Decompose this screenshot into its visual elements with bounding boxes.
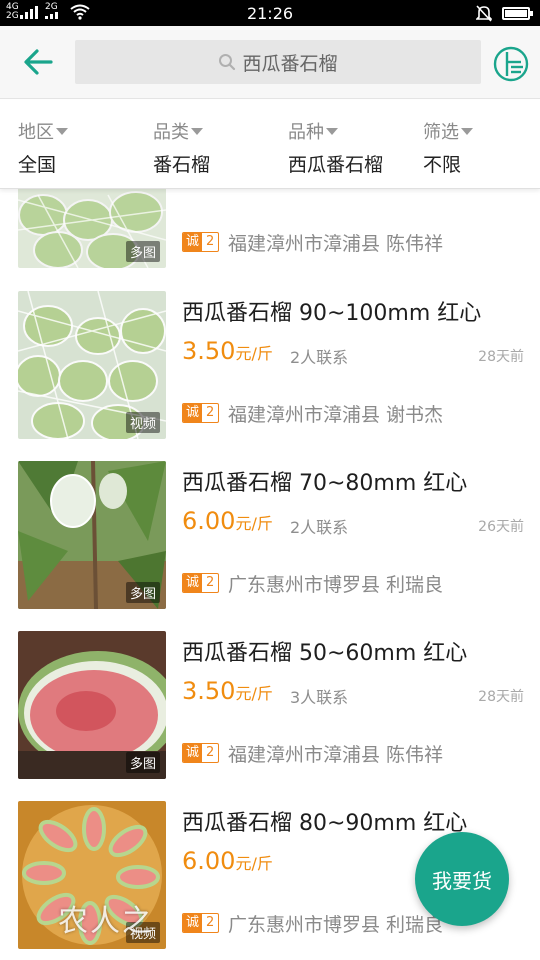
product-image: 视频: [18, 291, 166, 439]
posted-time: 28天前: [478, 349, 524, 365]
seller-location: 广东惠州市博罗县 利瑞良: [228, 574, 444, 596]
product-title: 西瓜番石榴 80~90mm 红心: [182, 811, 468, 836]
contact-count: 3人联系: [290, 688, 349, 707]
battery-icon: [502, 7, 533, 20]
seller-location: 福建漳州市漳浦县 陈伟祥: [228, 744, 444, 766]
filter-region[interactable]: 地区 全国: [18, 118, 68, 177]
seller-location: 福建漳州市漳浦县 陈伟祥: [228, 233, 444, 255]
search-icon: [219, 54, 236, 71]
contact-count: 2人联系: [290, 518, 349, 537]
watermark: 农人之: [58, 904, 154, 939]
product-price: 3.50元/斤: [182, 337, 273, 365]
media-tag: 多图: [125, 241, 160, 262]
seller-location: 广东惠州市博罗县 利瑞良: [228, 914, 444, 936]
filter-more-value: 不限: [423, 154, 462, 176]
credit-badge: 诚2: [182, 232, 220, 252]
list-menu-icon[interactable]: [492, 45, 530, 83]
product-image: 多图: [18, 189, 166, 268]
media-tag: 多图: [125, 582, 160, 603]
filter-variety-value: 西瓜番石榴: [288, 154, 384, 176]
dropdown-caret-icon: [461, 128, 473, 135]
dropdown-caret-icon: [326, 128, 338, 135]
filter-category-label: 品类: [153, 122, 189, 143]
credit-badge: 诚2: [182, 403, 220, 423]
filter-category[interactable]: 品类 番石榴: [153, 118, 210, 177]
contact-count: 2人联系: [290, 348, 349, 367]
product-title: 西瓜番石榴 50~60mm 红心: [182, 641, 468, 666]
status-bar: 4G 2G 2G 21:26: [0, 0, 540, 26]
filter-more-label: 筛选: [423, 122, 459, 143]
product-price: 6.00元/斤: [182, 507, 273, 535]
seller-location: 福建漳州市漳浦县 谢书杰: [228, 404, 444, 426]
product-title: 西瓜番石榴 90~100mm 红心: [182, 301, 482, 326]
credit-badge: 诚2: [182, 743, 220, 763]
header: 西瓜番石榴: [0, 26, 540, 99]
filter-variety[interactable]: 品种 西瓜番石榴: [288, 118, 383, 177]
filter-variety-label: 品种: [288, 122, 324, 143]
back-arrow-icon[interactable]: [20, 46, 56, 78]
filter-region-value: 全国: [18, 154, 57, 176]
search-input[interactable]: 西瓜番石榴: [75, 40, 481, 84]
search-query: 西瓜番石榴: [242, 52, 338, 75]
product-title: 西瓜番石榴 70~80mm 红心: [182, 471, 468, 496]
i-want-goods-button[interactable]: 我要货: [415, 832, 509, 926]
bell-muted-icon: [476, 5, 492, 22]
posted-time: 26天前: [478, 519, 524, 535]
clock: 21:26: [246, 4, 294, 23]
filter-category-value: 番石榴: [153, 154, 211, 176]
filter-bar: 地区 全国 品类 番石榴 品种 西瓜番石榴 筛选 不限: [0, 100, 540, 189]
dropdown-caret-icon: [191, 128, 203, 135]
list-item[interactable]: 多图 诚2 福建漳州市漳浦县 陈伟祥: [0, 189, 540, 290]
media-tag: 视频: [125, 412, 160, 433]
posted-time: 28天前: [478, 689, 524, 705]
credit-badge: 诚2: [182, 573, 220, 593]
product-price: 3.50元/斤: [182, 677, 273, 705]
product-image: 多图: [18, 461, 166, 609]
dropdown-caret-icon: [56, 128, 68, 135]
list-item[interactable]: 多图 西瓜番石榴 70~80mm 红心 6.00元/斤 2人联系 26天前 诚2…: [0, 461, 540, 631]
filter-more[interactable]: 筛选 不限: [423, 118, 473, 177]
list-item[interactable]: 多图 西瓜番石榴 50~60mm 红心 3.50元/斤 3人联系 28天前 诚2…: [0, 631, 540, 801]
media-tag: 多图: [125, 752, 160, 773]
product-price: 6.00元/斤: [182, 847, 273, 875]
filter-region-label: 地区: [18, 122, 54, 143]
credit-badge: 诚2: [182, 913, 220, 933]
list-item[interactable]: 视频 西瓜番石榴 90~100mm 红心 3.50元/斤 2人联系 28天前 诚…: [0, 291, 540, 461]
product-image: 多图: [18, 631, 166, 779]
